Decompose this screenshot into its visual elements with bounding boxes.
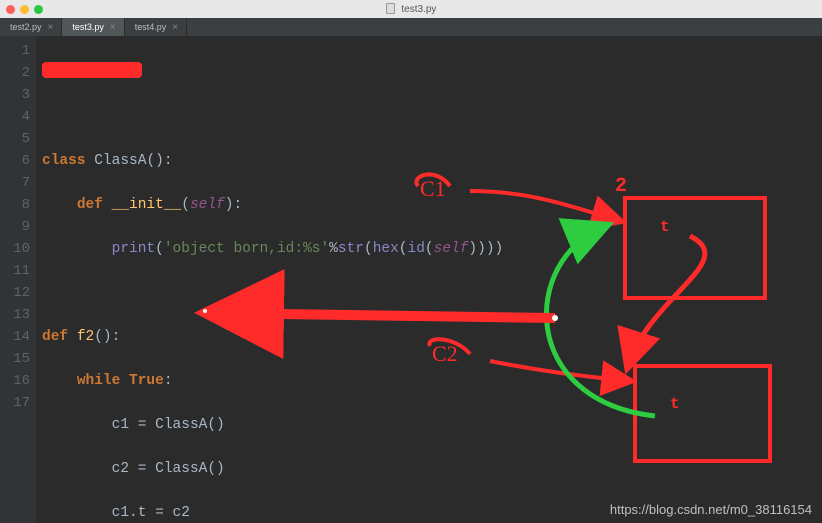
line-number: 13 <box>0 304 30 326</box>
code-line: while True: <box>42 370 503 392</box>
document-icon <box>386 3 395 14</box>
code-text: (): <box>146 153 172 169</box>
redacted-line-1 <box>42 62 142 78</box>
window-title: test3.py <box>0 3 822 15</box>
operator: % <box>329 241 338 257</box>
line-number: 6 <box>0 150 30 172</box>
code-editor[interactable]: 1 2 3 4 5 6 7 8 9 10 11 12 13 14 15 16 1… <box>0 36 822 523</box>
code-text: c2 = ClassA() <box>112 461 225 477</box>
tab-label: test3.py <box>72 22 104 32</box>
builtin-id: id <box>408 241 425 257</box>
maximize-icon[interactable] <box>34 5 43 14</box>
class-name: ClassA <box>94 153 146 169</box>
code-line: def __init__(self): <box>42 194 503 216</box>
close-icon[interactable] <box>6 5 15 14</box>
tab-test4[interactable]: test4.py × <box>125 18 187 36</box>
keyword-true: True <box>129 373 164 389</box>
builtin-print: print <box>112 241 156 257</box>
builtin-hex: hex <box>373 241 399 257</box>
code-text: (): <box>94 329 120 345</box>
close-icon[interactable]: × <box>48 22 54 33</box>
line-number: 16 <box>0 370 30 392</box>
window-titlebar: test3.py <box>0 0 822 18</box>
code-text: c1.t = c2 <box>112 505 190 521</box>
code-content[interactable]: class ClassA(): def __init__(self): prin… <box>36 36 503 523</box>
line-number: 2 <box>0 62 30 84</box>
tab-label: test2.py <box>10 22 42 32</box>
string-literal: 'object born,id:%s' <box>164 241 329 257</box>
line-number: 8 <box>0 194 30 216</box>
line-number: 4 <box>0 106 30 128</box>
code-line: def f2(): <box>42 326 503 348</box>
window-title-text: test3.py <box>401 4 436 15</box>
minimize-icon[interactable] <box>20 5 29 14</box>
code-line <box>42 282 503 304</box>
tab-test2[interactable]: test2.py × <box>0 18 62 36</box>
line-number: 15 <box>0 348 30 370</box>
keyword-class: class <box>42 153 86 169</box>
line-number-gutter: 1 2 3 4 5 6 7 8 9 10 11 12 13 14 15 16 1… <box>0 36 36 523</box>
builtin-str: str <box>338 241 364 257</box>
code-text: c1 = ClassA() <box>112 417 225 433</box>
mouse-cursor-icon: ☟ <box>236 312 245 329</box>
line-number: 14 <box>0 326 30 348</box>
code-line: c2 = ClassA() <box>42 458 503 480</box>
line-number: 17 <box>0 392 30 414</box>
code-text: ): <box>225 197 242 213</box>
self-param: self <box>434 241 469 257</box>
code-line: class ClassA(): <box>42 150 503 172</box>
tab-test3[interactable]: test3.py × <box>62 18 124 36</box>
line-number: 7 <box>0 172 30 194</box>
line-number: 12 <box>0 282 30 304</box>
line-number: 3 <box>0 84 30 106</box>
line-number: 11 <box>0 260 30 282</box>
code-line <box>42 62 503 84</box>
keyword-def: def <box>42 329 68 345</box>
code-text: : <box>164 373 173 389</box>
line-number: 10 <box>0 238 30 260</box>
code-line: c1 = ClassA() <box>42 414 503 436</box>
code-line: print('object born,id:%s'%str(hex(id(sel… <box>42 238 503 260</box>
def-name: __init__ <box>112 197 182 213</box>
line-number: 9 <box>0 216 30 238</box>
keyword-while: while <box>77 373 121 389</box>
code-line: c1.t = c2 <box>42 502 503 523</box>
close-icon[interactable]: × <box>172 22 178 33</box>
window-controls <box>6 5 43 14</box>
code-line <box>42 106 503 128</box>
self-param: self <box>190 197 225 213</box>
tab-bar: test2.py × test3.py × test4.py × <box>0 18 822 36</box>
line-number: 5 <box>0 128 30 150</box>
close-icon[interactable]: × <box>110 22 116 33</box>
line-number: 1 <box>0 40 30 62</box>
keyword-def: def <box>77 197 103 213</box>
def-name: f2 <box>77 329 94 345</box>
tab-label: test4.py <box>135 22 167 32</box>
